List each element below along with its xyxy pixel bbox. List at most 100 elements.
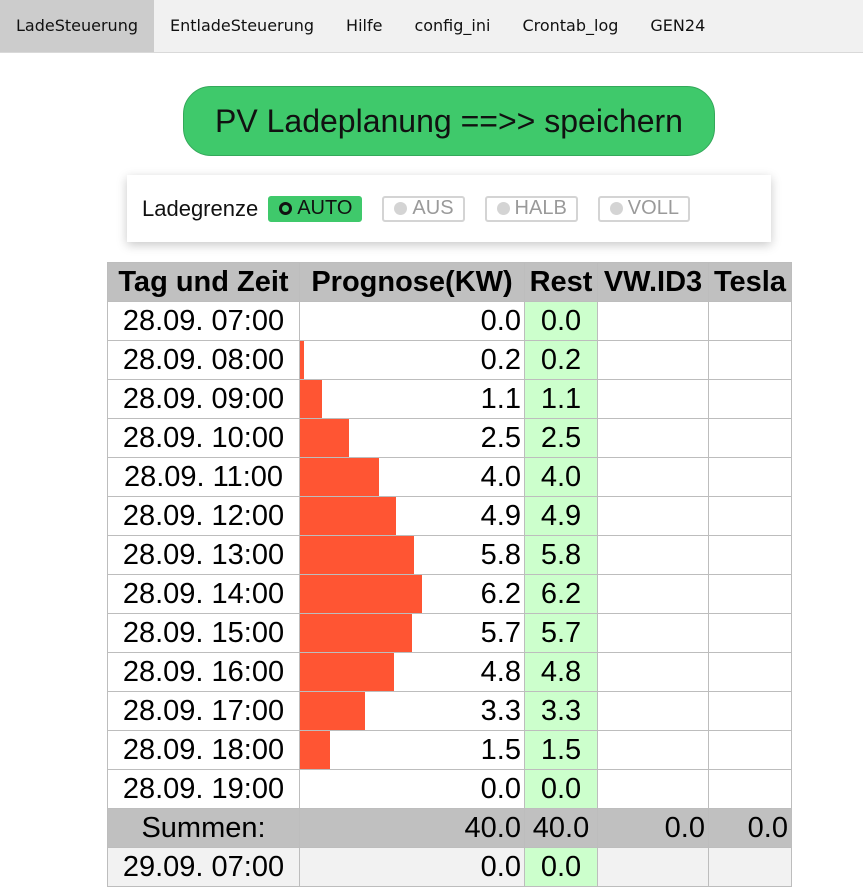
time-cell: 28.09. 11:00	[107, 457, 300, 497]
tesla-cell[interactable]	[708, 691, 792, 731]
table-row: 28.09. 07:00 0.0 0.0	[107, 301, 792, 341]
vw-id3-cell[interactable]	[597, 496, 709, 536]
tab-crontab-log[interactable]: Crontab_log	[506, 0, 634, 52]
table-row: 28.09. 16:00 4.8 4.8	[107, 652, 792, 692]
ladegrenze-option-aus[interactable]: AUS	[382, 195, 465, 222]
vw-id3-cell[interactable]	[597, 691, 709, 731]
rest-cell: 5.8	[524, 535, 598, 575]
ladegrenze-option-halb[interactable]: HALB	[484, 195, 578, 222]
table-row: 28.09. 11:00 4.0 4.0	[107, 457, 792, 497]
table-row: 28.09. 17:00 3.3 3.3	[107, 691, 792, 731]
time-cell: 28.09. 14:00	[107, 574, 300, 614]
vw-id3-cell[interactable]	[597, 535, 709, 575]
table-row: 28.09. 19:00 0.0 0.0	[107, 769, 792, 809]
tesla-cell[interactable]	[708, 379, 792, 419]
tesla-cell[interactable]	[708, 418, 792, 458]
ladegrenze-option-auto[interactable]: AUTO	[268, 195, 363, 222]
prognose-bar	[300, 380, 322, 418]
rest-cell: 2.5	[524, 418, 598, 458]
prognose-value: 4.9	[480, 499, 521, 532]
prognose-cell: 2.5	[299, 418, 525, 458]
vw-id3-cell[interactable]	[597, 652, 709, 692]
header-tag-und-zeit: Tag und Zeit	[107, 262, 300, 302]
time-cell: 28.09. 19:00	[107, 769, 300, 809]
prognose-value: 2.5	[480, 421, 521, 454]
radio-icon	[609, 202, 623, 215]
tesla-cell[interactable]	[708, 535, 792, 575]
header-rest: Rest	[524, 262, 598, 302]
header-prognose: Prognose(KW)	[299, 262, 525, 302]
ladegrenze-panel: Ladegrenze AUTO AUS HALB VOLL	[127, 175, 771, 242]
tab-entladesteuerung[interactable]: EntladeSteuerung	[154, 0, 330, 52]
tab-config-ini[interactable]: config_ini	[398, 0, 506, 52]
time-cell: 28.09. 15:00	[107, 613, 300, 653]
prognose-cell: 1.5	[299, 730, 525, 770]
summary-row: Summen: 40.0 40.0 0.0 0.0	[107, 808, 792, 848]
rest-cell: 0.2	[524, 340, 598, 380]
vw-id3-cell[interactable]	[597, 769, 709, 809]
prognose-value: 3.3	[480, 694, 521, 727]
prognose-cell: 4.8	[299, 652, 525, 692]
prognose-bar	[300, 536, 414, 574]
vw-id3-cell[interactable]	[597, 379, 709, 419]
rest-cell: 1.5	[524, 730, 598, 770]
prognose-bar	[300, 341, 304, 379]
prognose-value: 5.8	[480, 538, 521, 571]
vw-id3-cell[interactable]	[597, 730, 709, 770]
rest-cell: 3.3	[524, 691, 598, 731]
prognose-value: 0.2	[480, 343, 521, 376]
table-row: 28.09. 09:00 1.1 1.1	[107, 379, 792, 419]
tesla-cell[interactable]	[708, 613, 792, 653]
tab-hilfe[interactable]: Hilfe	[330, 0, 398, 52]
prognose-bar	[300, 692, 365, 730]
time-cell: 28.09. 16:00	[107, 652, 300, 692]
prognose-value: 4.0	[480, 460, 521, 493]
vw-id3-cell[interactable]	[597, 847, 709, 887]
vw-id3-cell[interactable]	[597, 340, 709, 380]
tesla-cell[interactable]	[708, 847, 792, 887]
tab-ladesteuerung[interactable]: LadeSteuerung	[0, 0, 154, 52]
vw-id3-cell[interactable]	[597, 613, 709, 653]
summary-vw-id3: 0.0	[597, 808, 709, 848]
prognose-cell: 5.7	[299, 613, 525, 653]
vw-id3-cell[interactable]	[597, 301, 709, 341]
save-button[interactable]: PV Ladeplanung ==>> speichern	[183, 86, 715, 156]
prognose-value: 1.5	[480, 733, 521, 766]
tesla-cell[interactable]	[708, 340, 792, 380]
ladegrenze-label: Ladegrenze	[142, 195, 259, 221]
tesla-cell[interactable]	[708, 652, 792, 692]
prognose-cell: 5.8	[299, 535, 525, 575]
rest-cell: 0.0	[524, 847, 598, 887]
rest-cell: 5.7	[524, 613, 598, 653]
vw-id3-cell[interactable]	[597, 457, 709, 497]
time-cell: 28.09. 09:00	[107, 379, 300, 419]
vw-id3-cell[interactable]	[597, 418, 709, 458]
tesla-cell[interactable]	[708, 730, 792, 770]
tesla-cell[interactable]	[708, 769, 792, 809]
ladegrenze-option-voll[interactable]: VOLL	[597, 195, 690, 222]
prognose-bar	[300, 575, 422, 613]
table-row: 28.09. 08:00 0.2 0.2	[107, 340, 792, 380]
prognose-value: 0.0	[480, 304, 521, 337]
option-label: AUS	[412, 197, 454, 219]
time-cell: 29.09. 07:00	[107, 847, 300, 887]
prognose-value: 0.0	[480, 772, 521, 805]
rest-cell: 1.1	[524, 379, 598, 419]
table-row: 28.09. 12:00 4.9 4.9	[107, 496, 792, 536]
tesla-cell[interactable]	[708, 496, 792, 536]
prognose-cell: 6.2	[299, 574, 525, 614]
rest-cell: 6.2	[524, 574, 598, 614]
tesla-cell[interactable]	[708, 574, 792, 614]
radio-icon	[496, 202, 510, 215]
tesla-cell[interactable]	[708, 457, 792, 497]
time-cell: 28.09. 13:00	[107, 535, 300, 575]
header-vw-id3: VW.ID3	[597, 262, 709, 302]
table-row: 29.09. 07:00 0.0 0.0	[107, 847, 792, 887]
time-cell: 28.09. 18:00	[107, 730, 300, 770]
vw-id3-cell[interactable]	[597, 574, 709, 614]
table-row: 28.09. 14:00 6.2 6.2	[107, 574, 792, 614]
tab-gen24[interactable]: GEN24	[634, 0, 721, 52]
time-cell: 28.09. 12:00	[107, 496, 300, 536]
tesla-cell[interactable]	[708, 301, 792, 341]
option-label: VOLL	[627, 197, 679, 219]
